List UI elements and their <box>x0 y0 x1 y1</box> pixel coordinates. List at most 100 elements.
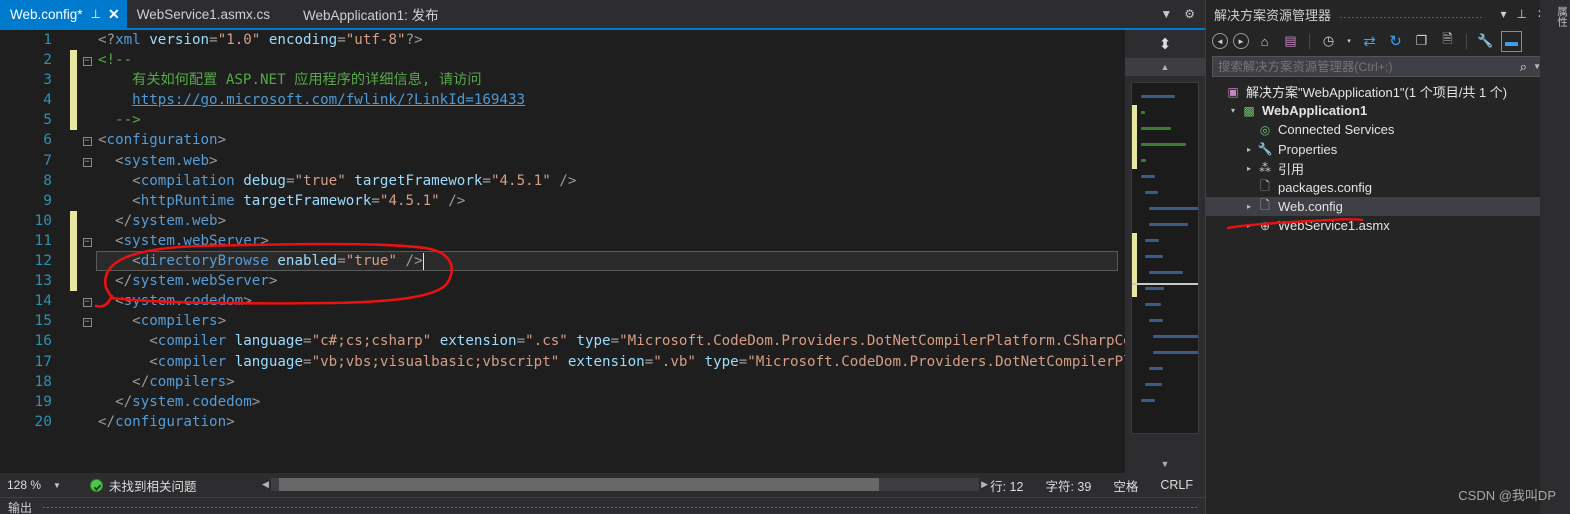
minimap-line <box>1145 239 1159 242</box>
code-line[interactable]: 7 − <system.web> <box>0 151 1125 171</box>
panel-dropdown-icon[interactable]: ▾ <box>1500 7 1506 21</box>
line-number: 17 <box>34 353 52 370</box>
chevron-up-icon[interactable]: ▲ <box>1125 58 1205 76</box>
code-token-cmt: <!-- <box>98 52 133 69</box>
pending-changes-dropdown-icon[interactable]: ▾ <box>1344 31 1354 52</box>
solution-explorer-search[interactable]: ⌕ ▼ <box>1212 56 1547 77</box>
status-indent-mode[interactable]: 空格 <box>1113 476 1138 495</box>
document-tab[interactable]: Web.config* ⊥ ✕ <box>0 0 127 28</box>
line-number: 8 <box>43 172 52 189</box>
code-line[interactable]: 9 <httpRuntime targetFramework="4.5.1" /… <box>0 191 1125 211</box>
expander-collapsed-icon[interactable]: ▸ <box>1242 164 1256 173</box>
search-input[interactable] <box>1218 59 1520 74</box>
code-line[interactable]: 13 </system.webServer> <box>0 271 1125 292</box>
tab-dropdown-icon[interactable]: ▼ <box>1160 8 1172 20</box>
expander-expanded-icon[interactable]: ▾ <box>1226 106 1240 115</box>
tree-item[interactable]: ◎ Connected Services <box>1206 120 1553 139</box>
scrollbar-track[interactable] <box>270 478 980 491</box>
split-editor-icon[interactable]: ⬍ <box>1125 30 1205 58</box>
code-line[interactable]: 12 <directoryBrowse enabled="true" /> <box>0 251 1125 272</box>
code-line[interactable]: 16 <compiler language="c#;cs;csharp" ext… <box>0 331 1125 351</box>
status-line-endings[interactable]: CRLF <box>1160 478 1193 492</box>
outlining-collapse-icon[interactable]: − <box>80 291 94 311</box>
gear-icon[interactable]: ⚙ <box>1184 8 1195 20</box>
code-line[interactable]: 8 <compilation debug="true" targetFramew… <box>0 171 1125 191</box>
scrollbar-thumb[interactable] <box>278 478 879 491</box>
collapse-all-icon[interactable]: ❐ <box>1411 31 1432 52</box>
code-line[interactable]: 17 <compiler language="vb;vbs;visualbasi… <box>0 352 1125 372</box>
minimap-preview[interactable] <box>1131 82 1199 434</box>
minimap-viewport-marker[interactable] <box>1132 283 1198 285</box>
code-token-tag: system.web <box>123 152 210 169</box>
magnifier-icon[interactable]: ⌕ <box>1520 59 1527 75</box>
properties-icon[interactable]: 🔧 <box>1475 31 1496 52</box>
home-icon[interactable]: ⌂ <box>1254 31 1275 52</box>
code-line[interactable]: 5 --> <box>0 110 1125 131</box>
chevron-down-icon[interactable]: ▼ <box>53 481 61 490</box>
solution-explorer-scrollbar[interactable] <box>1540 0 1553 514</box>
pending-changes-icon[interactable]: ◷ <box>1318 31 1339 52</box>
outlining-collapse-icon[interactable]: − <box>80 130 94 150</box>
sync-with-active-document-icon[interactable]: ⇄ <box>1359 31 1380 52</box>
horizontal-scrollbar[interactable]: ◀ ▶ <box>262 477 988 492</box>
code-token-attr: language <box>234 353 304 370</box>
code-line[interactable]: 18 </compilers> <box>0 372 1125 392</box>
tree-item[interactable]: ▸ 🔧 Properties <box>1206 140 1553 159</box>
watermark: CSDN @我叫DP <box>1458 488 1556 503</box>
minimap-change-bar <box>1132 137 1137 153</box>
pin-icon[interactable]: ⊥ <box>1516 7 1526 21</box>
code-token-punct: = <box>482 172 491 189</box>
output-panel-tab[interactable]: 输出 <box>0 497 1205 514</box>
code-token-attr: debug <box>243 172 286 189</box>
zoom-level-selector[interactable]: 128 % ▼ <box>0 473 72 497</box>
code-line[interactable]: 19 </system.codedom> <box>0 392 1125 412</box>
outlining-collapse-icon[interactable]: − <box>80 231 94 251</box>
code-line[interactable]: 4 https://go.microsoft.com/fwlink/?LinkI… <box>0 90 1125 111</box>
document-tab[interactable]: WebApplication1: 发布 <box>277 0 449 28</box>
code-token-attr: version <box>149 32 210 48</box>
code-line[interactable]: 3 有关如何配置 ASP.NET 应用程序的详细信息, 请访问 <box>0 70 1125 91</box>
pin-icon[interactable]: ⊥ <box>91 7 101 21</box>
show-all-files-icon[interactable]: 🗎 <box>1437 31 1458 52</box>
code-line[interactable]: 1 <?xml version="1.0" encoding="utf-8"?> <box>0 30 1125 50</box>
connected-services-icon: ◎ <box>1259 122 1271 137</box>
code-line[interactable]: 10 </system.web> <box>0 210 1125 231</box>
code-token-tag: compilation <box>140 172 235 189</box>
preview-selected-items-icon[interactable]: ▬ <box>1501 30 1522 52</box>
code-token-link[interactable]: https://go.microsoft.com/fwlink/?LinkId=… <box>132 92 525 108</box>
code-line[interactable]: 20 </configuration> <box>0 412 1125 432</box>
triangle-left-icon[interactable]: ◀ <box>262 479 269 490</box>
triangle-right-icon[interactable]: ▶ <box>981 479 988 490</box>
tree-item[interactable]: ▸ ⊕ WebService1.asmx <box>1206 216 1553 235</box>
tree-item[interactable]: ▸ ⁂ 引用 <box>1206 159 1553 178</box>
refresh-icon[interactable]: ↻ <box>1385 31 1406 52</box>
code-line[interactable]: 15 − <compilers> <box>0 311 1125 331</box>
forward-icon[interactable]: ► <box>1233 33 1249 49</box>
config-file-icon: 🗋 <box>1260 198 1270 213</box>
properties-tool-tab-strip[interactable]: 属性 <box>1553 0 1570 514</box>
tree-item[interactable]: ▾ ▩ WebApplication1 <box>1206 101 1553 120</box>
properties-window-icon[interactable]: ▤ <box>1280 31 1301 52</box>
code-line[interactable]: 6 − <configuration> <box>0 130 1125 150</box>
outlining-collapse-icon[interactable]: − <box>80 151 94 171</box>
code-token-punct: < <box>98 172 141 189</box>
asmx-file-icon: ⊕ <box>1259 218 1271 233</box>
code-editor[interactable]: 1 <?xml version="1.0" encoding="utf-8"?> 2… <box>0 30 1125 473</box>
code-line[interactable]: 14 − <system.codedom> <box>0 291 1125 311</box>
code-line[interactable]: 2 − <!-- <box>0 50 1125 71</box>
change-bar <box>70 70 77 91</box>
chevron-down-icon[interactable]: ▼ <box>1125 459 1205 469</box>
document-tab[interactable]: WebService1.asmx.cs <box>126 0 278 28</box>
close-icon[interactable]: ✕ <box>108 6 120 23</box>
code-line[interactable]: 11 − <system.webServer> <box>0 230 1125 252</box>
tree-item-selected[interactable]: ▸ 🗋 Web.config <box>1206 197 1553 217</box>
tree-item[interactable]: 🗋 packages.config <box>1206 178 1553 197</box>
expander-collapsed-icon[interactable]: ▸ <box>1242 221 1256 230</box>
expander-collapsed-icon[interactable]: ▸ <box>1242 202 1256 211</box>
tree-item[interactable]: ▣ 解决方案"WebApplication1"(1 个项目/共 1 个) <box>1206 82 1553 101</box>
outlining-collapse-icon[interactable]: − <box>80 311 94 331</box>
back-icon[interactable]: ◄ <box>1212 33 1228 49</box>
outlining-collapse-icon[interactable]: − <box>80 50 94 70</box>
expander-collapsed-icon[interactable]: ▸ <box>1242 145 1256 154</box>
editor-minimap[interactable]: ⬍ ▲ ▼ <box>1125 30 1205 473</box>
